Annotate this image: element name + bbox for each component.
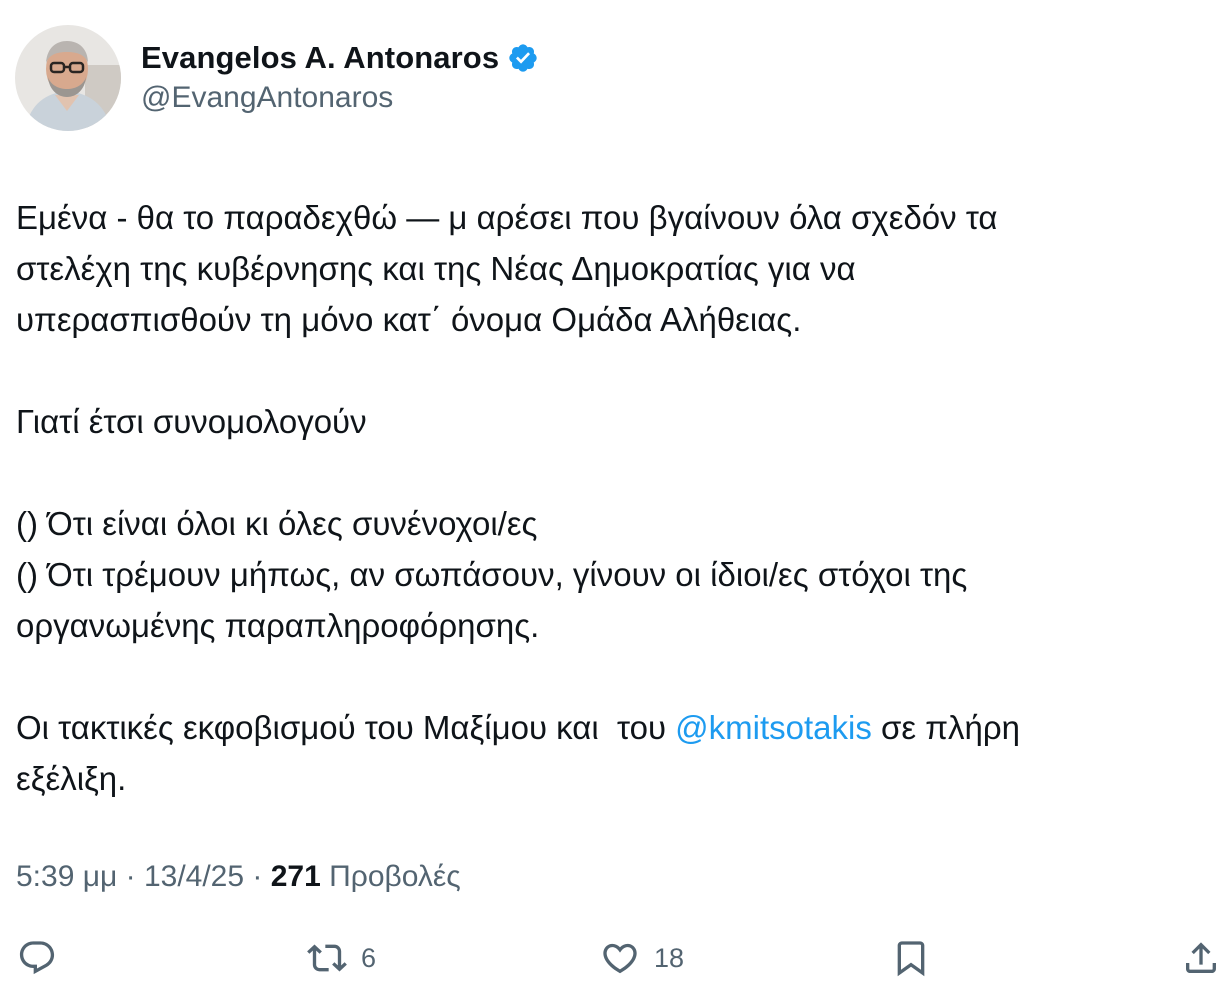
tweet-line: Γιατί έτσι συνομολογούν bbox=[16, 403, 367, 440]
tweet-line: () Ότι είναι όλοι κι όλες συνένοχοι/ες bbox=[16, 505, 538, 542]
profile-photo-icon bbox=[15, 25, 121, 131]
retweet-button[interactable]: 6 bbox=[307, 930, 376, 986]
bookmark-icon bbox=[897, 941, 925, 977]
like-button[interactable]: 18 bbox=[600, 930, 684, 986]
tweet-line: εξέλιξη. bbox=[16, 760, 127, 797]
share-icon bbox=[1186, 942, 1216, 973]
tweet-line: () Ότι τρέμουν μήπως, αν σωπάσουν, γίνου… bbox=[16, 556, 968, 593]
reply-button[interactable] bbox=[17, 930, 57, 986]
action-bar: 6 18 bbox=[0, 930, 1232, 986]
tweet-line: υπερασπισθούν τη μόνο κατ΄ όνομα Ομάδα Α… bbox=[16, 301, 802, 338]
tweet-line: οργανωμένης παραπληροφόρησης. bbox=[16, 607, 540, 644]
tweet-text-segment: Οι τακτικές εκφοβισμού του Μαξίμου και τ… bbox=[16, 709, 676, 746]
tweet-line: Εμένα - θα το παραδεχθώ — μ αρέσει που β… bbox=[16, 199, 998, 236]
views-count: 271 bbox=[270, 860, 321, 893]
bookmark-button[interactable] bbox=[891, 930, 931, 986]
tweet-meta: 5:39 μμ · 13/4/25 · 271 Προβολές bbox=[16, 860, 461, 894]
reply-icon bbox=[19, 941, 55, 975]
author-name-row: Evangelos A. Antonaros bbox=[141, 38, 539, 78]
like-count: 18 bbox=[654, 942, 685, 973]
tweet-timestamp[interactable]: 5:39 μμ · 13/4/25 · bbox=[16, 860, 271, 893]
author-handle[interactable]: @EvangAntonaros bbox=[141, 81, 393, 115]
mention-link[interactable]: @kmitsotakis bbox=[675, 709, 872, 746]
retweet-count: 6 bbox=[361, 942, 377, 973]
share-button[interactable] bbox=[1181, 930, 1221, 986]
tweet-line: Οι τακτικές εκφοβισμού του Μαξίμου και τ… bbox=[16, 702, 1216, 753]
verified-badge-icon[interactable] bbox=[507, 42, 539, 74]
avatar[interactable] bbox=[15, 25, 121, 131]
tweet-text: Εμένα - θα το παραδεχθώ — μ αρέσει που β… bbox=[16, 192, 1216, 804]
views-label: Προβολές bbox=[320, 860, 461, 893]
retweet-icon bbox=[307, 944, 347, 972]
author-display-name[interactable]: Evangelos A. Antonaros bbox=[141, 40, 499, 76]
tweet-line: στελέχη της κυβέρνησης και της Νέας Δημο… bbox=[16, 250, 856, 287]
heart-icon bbox=[603, 943, 637, 974]
tweet-text-segment: σε πλήρη bbox=[871, 709, 1021, 746]
